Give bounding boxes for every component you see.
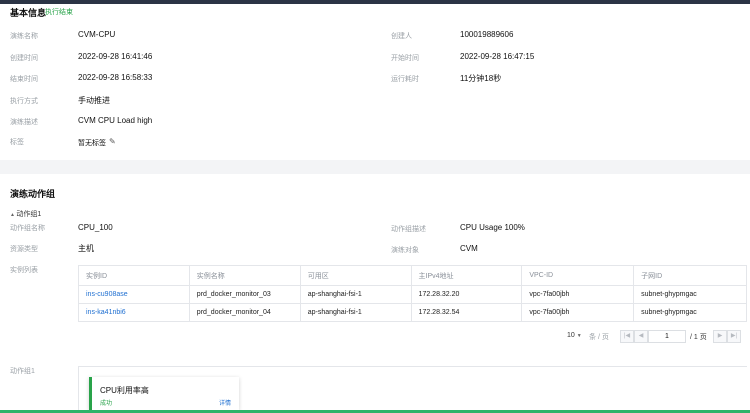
- table-header-row: 实例ID 实例名称 可用区 主IPv4地址 VPC-ID 子网ID: [78, 265, 747, 286]
- execution-mode-label: 执行方式: [10, 98, 38, 105]
- col-subnet-id: 子网ID: [633, 265, 747, 286]
- col-zone: 可用区: [300, 265, 412, 286]
- target-value: CVM: [460, 244, 478, 253]
- group-name-label: 动作组名称: [10, 225, 45, 232]
- col-ipv4: 主IPv4地址: [411, 265, 523, 286]
- action-name: CPU利用率高: [100, 386, 149, 395]
- first-page-icon[interactable]: |◀: [620, 330, 634, 343]
- edit-pencil-icon[interactable]: ✎: [109, 137, 116, 146]
- created-time-value: 2022-09-28 16:41:46: [78, 52, 153, 61]
- page-size-unit: 条 / 页: [589, 334, 609, 341]
- table-cell: subnet-ghypmgac: [633, 303, 747, 322]
- action-card[interactable]: CPU利用率高 成功 详情: [89, 377, 239, 410]
- table-cell: 172.28.32.54: [411, 303, 523, 322]
- page-total: / 1 页: [690, 334, 707, 341]
- next-page-icon[interactable]: ▶: [713, 330, 727, 343]
- divider: [78, 366, 79, 410]
- resource-type-label: 资源类型: [10, 246, 38, 253]
- group-name-value: CPU_100: [78, 223, 113, 232]
- table-cell: prd_docker_monitor_04: [189, 303, 301, 322]
- page-size-select[interactable]: 10 ▼: [567, 332, 582, 339]
- col-instance-name: 实例名称: [189, 265, 301, 286]
- group-desc-label: 动作组描述: [391, 226, 426, 233]
- prev-page-icon[interactable]: ◀: [634, 330, 648, 343]
- table-cell: vpc-7fa00jbh: [521, 303, 635, 322]
- table-cell: ap-shanghai-fsi-1: [300, 285, 412, 304]
- action-groups-title: 演练动作组: [10, 189, 56, 199]
- action-detail-link[interactable]: 详情: [219, 398, 231, 407]
- execution-status: 执行结束: [45, 9, 73, 16]
- group-toggle-label: 动作组1: [16, 211, 42, 218]
- creator-value: 100019889606: [460, 30, 514, 39]
- end-time-label: 结束时间: [10, 76, 38, 83]
- tags-label: 标签: [10, 139, 24, 146]
- drill-name-label: 演练名称: [10, 33, 38, 40]
- table-cell: ap-shanghai-fsi-1: [300, 303, 412, 322]
- instance-table: 实例ID 实例名称 可用区 主IPv4地址 VPC-ID 子网ID ins-cu…: [78, 265, 747, 322]
- group-desc-value: CPU Usage 100%: [460, 223, 525, 232]
- chevron-down-icon: ▼: [576, 333, 582, 339]
- action-status: 成功: [100, 401, 113, 407]
- target-label: 演练对象: [391, 247, 419, 254]
- run-duration-value: 11分钟18秒: [460, 74, 502, 83]
- col-instance-id: 实例ID: [78, 265, 190, 286]
- basic-info-card: 基本信息 执行结束 演练名称 CVM-CPU 创建时间 2022-09-28 1…: [0, 4, 750, 160]
- description-value: CVM CPU Load high: [78, 116, 153, 125]
- last-page-icon[interactable]: ▶|: [727, 330, 741, 343]
- run-duration-label: 运行耗时: [391, 76, 419, 83]
- created-time-label: 创建时间: [10, 55, 38, 62]
- table-row: ins-ka41nbi6 prd_docker_monitor_04 ap-sh…: [78, 303, 747, 322]
- resource-type-value: 主机: [78, 244, 94, 253]
- creator-label: 创建人: [391, 33, 412, 40]
- col-vpc-id: VPC-ID: [521, 265, 635, 286]
- table-cell: vpc-7fa00jbh: [521, 285, 635, 304]
- group-toggle[interactable]: ▲ 动作组1: [10, 209, 41, 219]
- instance-id-link[interactable]: ins-ka41nbi6: [78, 303, 190, 322]
- description-label: 演练描述: [10, 119, 38, 126]
- drill-name-value: CVM-CPU: [78, 30, 116, 39]
- tags-value: 暂无标签: [78, 140, 106, 147]
- start-time-value: 2022-09-28 16:47:15: [460, 52, 535, 61]
- instance-list-label: 实例列表: [10, 267, 38, 274]
- divider: [78, 366, 747, 367]
- page-size-value: 10: [567, 332, 575, 339]
- action-label: 动作组1: [10, 368, 35, 375]
- table-row: ins-cu908ase prd_docker_monitor_03 ap-sh…: [78, 285, 747, 304]
- basic-info-title: 基本信息: [10, 8, 47, 18]
- table-cell: prd_docker_monitor_03: [189, 285, 301, 304]
- end-time-value: 2022-09-28 16:58:33: [78, 73, 153, 82]
- execution-mode-value: 手动推进: [78, 96, 110, 105]
- table-cell: subnet-ghypmgac: [633, 285, 747, 304]
- page-input[interactable]: 1: [648, 330, 686, 343]
- instance-id-link[interactable]: ins-cu908ase: [78, 285, 190, 304]
- start-time-label: 开始时间: [391, 55, 419, 62]
- table-cell: 172.28.32.20: [411, 285, 523, 304]
